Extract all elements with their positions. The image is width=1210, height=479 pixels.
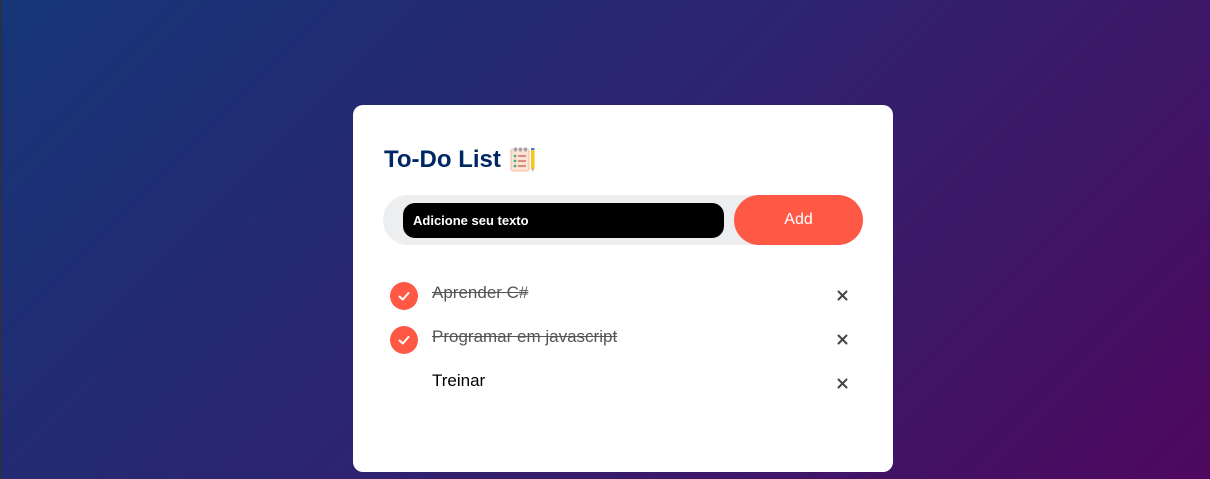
page-title: To-Do List xyxy=(384,145,537,175)
list-item[interactable]: Programar em javascript xyxy=(390,317,860,361)
close-icon[interactable] xyxy=(833,374,851,392)
check-icon[interactable] xyxy=(390,326,418,354)
todo-card: To-Do List Add Aprender C# xyxy=(353,105,893,472)
close-icon[interactable] xyxy=(833,286,851,304)
task-text: Aprender C# xyxy=(432,283,529,302)
check-icon[interactable] xyxy=(390,282,418,310)
task-list: Aprender C# Programar em javascript Trei… xyxy=(390,273,860,405)
close-icon[interactable] xyxy=(833,330,851,348)
title-text: To-Do List xyxy=(384,146,501,173)
task-text: Programar em javascript xyxy=(432,327,618,346)
list-item[interactable]: Aprender C# xyxy=(390,273,860,317)
task-input[interactable] xyxy=(403,203,724,238)
task-text: Treinar xyxy=(432,371,486,390)
notepad-icon xyxy=(510,147,535,172)
list-item[interactable]: Treinar xyxy=(390,361,860,405)
input-row: Add xyxy=(383,195,863,245)
add-button[interactable]: Add xyxy=(734,195,863,245)
window-edge xyxy=(0,0,2,479)
